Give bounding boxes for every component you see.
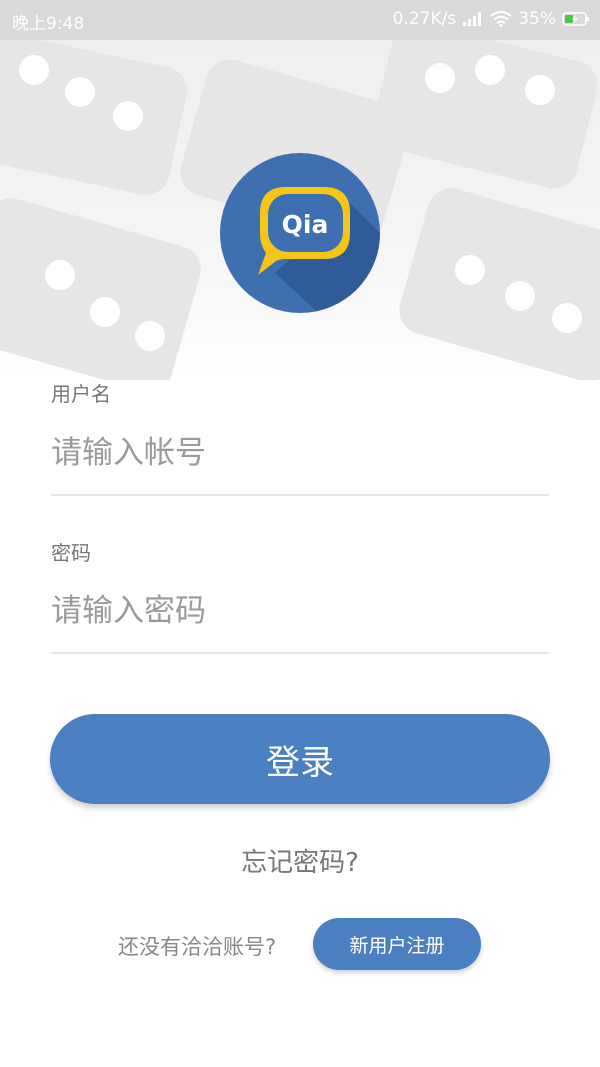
- signal-icon: [462, 11, 484, 27]
- status-right: 0.27K/s 35%: [393, 9, 590, 29]
- app-logo: Qia: [220, 153, 380, 313]
- status-bar: 晚上9:48 0.27K/s 35%: [0, 0, 600, 40]
- no-account-text: 还没有洽洽账号?: [118, 935, 277, 959]
- register-button[interactable]: 新用户注册: [313, 918, 481, 970]
- username-label: 用户名: [51, 382, 111, 406]
- username-input[interactable]: [51, 423, 549, 483]
- battery-charging-icon: [562, 11, 590, 27]
- network-speed: 0.27K/s: [392, 9, 457, 29]
- username-underline: [51, 494, 549, 496]
- password-label: 密码: [51, 541, 91, 565]
- logo-text: Qia: [282, 210, 329, 239]
- register-row: 还没有洽洽账号? 新用户注册: [0, 918, 600, 972]
- login-button[interactable]: 登录: [50, 714, 550, 804]
- wifi-icon: [490, 11, 512, 27]
- password-input[interactable]: [51, 581, 549, 641]
- status-time: 晚上9:48: [12, 14, 85, 34]
- password-underline: [51, 652, 549, 654]
- battery-percent: 35%: [518, 9, 556, 29]
- forgot-password-link[interactable]: 忘记密码?: [0, 842, 600, 879]
